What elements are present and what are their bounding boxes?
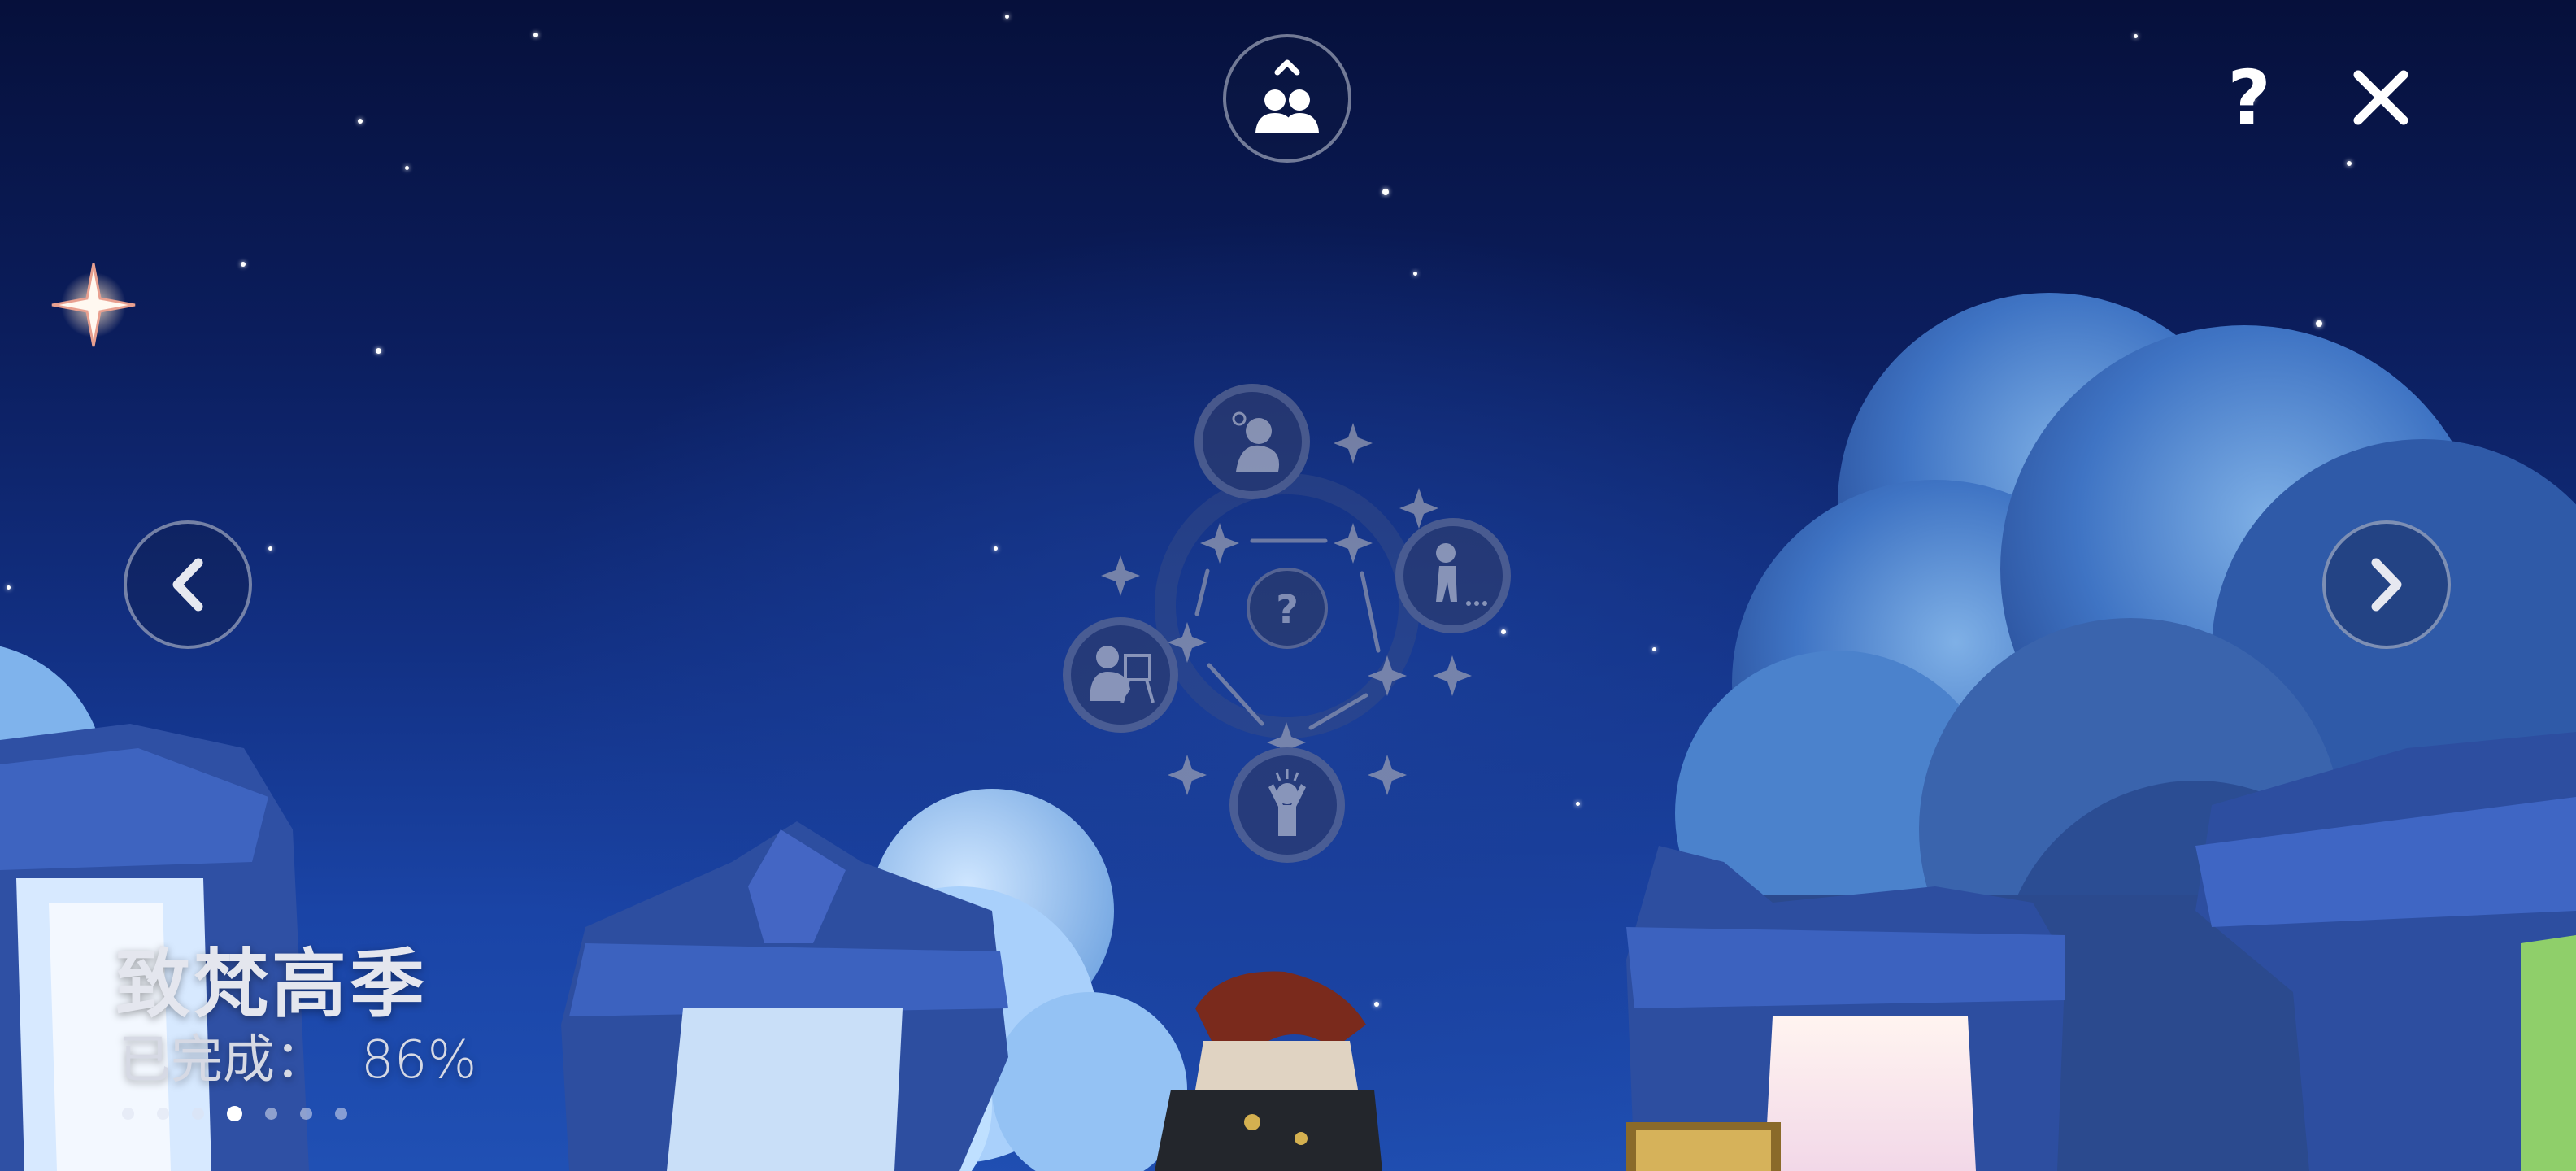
constellation-center-node[interactable]: ?: [1247, 568, 1328, 649]
help-button[interactable]: ?: [2217, 54, 2282, 141]
page-indicator: [122, 1106, 347, 1121]
help-icon: ?: [2227, 54, 2271, 141]
crouching-person-icon[interactable]: [1395, 518, 1511, 633]
season-title: 致梵高季: [115, 941, 429, 1028]
next-page-button[interactable]: [2322, 520, 2451, 649]
thinking-person-icon[interactable]: [1194, 384, 1310, 499]
page-dot[interactable]: [335, 1108, 347, 1120]
progress-row: 已完成： 86%: [119, 1018, 476, 1093]
page-dot-active[interactable]: [227, 1106, 242, 1121]
friends-button[interactable]: [1223, 34, 1351, 163]
previous-page-button[interactable]: [124, 520, 252, 649]
chevron-left-icon: [172, 558, 203, 612]
progress-value: 86%: [361, 1030, 477, 1090]
page-dot[interactable]: [300, 1108, 312, 1120]
friends-icon: [1255, 59, 1319, 133]
svg-text:?: ?: [1276, 587, 1299, 633]
painter-at-easel-icon[interactable]: [1063, 617, 1178, 733]
page-dot[interactable]: [122, 1108, 134, 1120]
close-button[interactable]: [2348, 65, 2413, 130]
close-icon: [2353, 70, 2408, 125]
progress-label: 已完成：: [119, 1030, 327, 1090]
cheering-person-icon[interactable]: [1229, 747, 1345, 863]
page-dot[interactable]: [192, 1108, 204, 1120]
sparkle-star-icon: [51, 263, 136, 347]
page-dot[interactable]: [265, 1108, 277, 1120]
chevron-right-icon: [2371, 558, 2402, 612]
page-dot[interactable]: [157, 1108, 169, 1120]
